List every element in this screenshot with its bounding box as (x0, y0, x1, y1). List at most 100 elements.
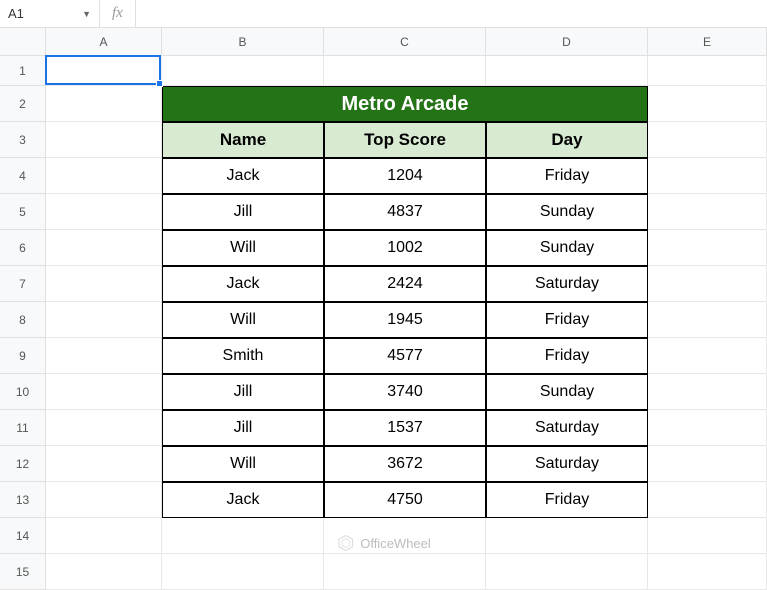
col-header-b[interactable]: B (162, 28, 324, 56)
cell-e13[interactable] (648, 482, 767, 518)
cell-e3[interactable] (648, 122, 767, 158)
cell-a12[interactable] (46, 446, 162, 482)
table-row[interactable]: Saturday (486, 446, 648, 482)
row-header-3[interactable]: 3 (0, 122, 46, 158)
table-row[interactable]: Will (162, 302, 324, 338)
fx-label: fx (100, 0, 136, 27)
cell-e1[interactable] (648, 56, 767, 86)
cell-a2[interactable] (46, 86, 162, 122)
table-row[interactable]: 4837 (324, 194, 486, 230)
cell-c15[interactable] (324, 554, 486, 590)
table-row[interactable]: 4750 (324, 482, 486, 518)
table-row[interactable]: Jill (162, 410, 324, 446)
cell-b14[interactable] (162, 518, 324, 554)
row-header-11[interactable]: 11 (0, 410, 46, 446)
cell-d1[interactable] (486, 56, 648, 86)
header-score[interactable]: Top Score (324, 122, 486, 158)
row-header-7[interactable]: 7 (0, 266, 46, 302)
table-row[interactable]: 1002 (324, 230, 486, 266)
cell-a5[interactable] (46, 194, 162, 230)
cell-a15[interactable] (46, 554, 162, 590)
select-all-corner[interactable] (0, 28, 46, 56)
cell-e11[interactable] (648, 410, 767, 446)
name-box[interactable]: A1 ▼ (0, 0, 100, 27)
row-header-1[interactable]: 1 (0, 56, 46, 86)
cell-b15[interactable] (162, 554, 324, 590)
row-header-2[interactable]: 2 (0, 86, 46, 122)
cell-b1[interactable] (162, 56, 324, 86)
table-row[interactable]: Will (162, 230, 324, 266)
cell-e5[interactable] (648, 194, 767, 230)
table-row[interactable]: 4577 (324, 338, 486, 374)
table-row[interactable]: 2424 (324, 266, 486, 302)
cell-a10[interactable] (46, 374, 162, 410)
cell-e2[interactable] (648, 86, 767, 122)
cell-e10[interactable] (648, 374, 767, 410)
header-name[interactable]: Name (162, 122, 324, 158)
row-header-15[interactable]: 15 (0, 554, 46, 590)
table-row[interactable]: Jack (162, 482, 324, 518)
col-header-d[interactable]: D (486, 28, 648, 56)
cell-a7[interactable] (46, 266, 162, 302)
table-row[interactable]: 1945 (324, 302, 486, 338)
cell-e7[interactable] (648, 266, 767, 302)
cell-a14[interactable] (46, 518, 162, 554)
cell-e12[interactable] (648, 446, 767, 482)
cell-a3[interactable] (46, 122, 162, 158)
row-header-6[interactable]: 6 (0, 230, 46, 266)
dropdown-icon: ▼ (82, 9, 91, 19)
cell-a13[interactable] (46, 482, 162, 518)
col-header-a[interactable]: A (46, 28, 162, 56)
cell-e14[interactable] (648, 518, 767, 554)
table-row[interactable]: Jack (162, 158, 324, 194)
cell-e8[interactable] (648, 302, 767, 338)
table-row[interactable]: 1537 (324, 410, 486, 446)
table-row[interactable]: Saturday (486, 410, 648, 446)
row-header-4[interactable]: 4 (0, 158, 46, 194)
table-row[interactable]: 3740 (324, 374, 486, 410)
row-header-12[interactable]: 12 (0, 446, 46, 482)
cell-c1[interactable] (324, 56, 486, 86)
row-header-9[interactable]: 9 (0, 338, 46, 374)
table-row[interactable]: Friday (486, 302, 648, 338)
col-header-e[interactable]: E (648, 28, 767, 56)
row-header-10[interactable]: 10 (0, 374, 46, 410)
cell-e4[interactable] (648, 158, 767, 194)
cell-d15[interactable] (486, 554, 648, 590)
formula-input[interactable] (136, 0, 767, 27)
table-row[interactable]: Jack (162, 266, 324, 302)
cell-e9[interactable] (648, 338, 767, 374)
cell-a1[interactable] (46, 56, 162, 86)
table-row[interactable]: Smith (162, 338, 324, 374)
cell-e6[interactable] (648, 230, 767, 266)
table-row[interactable]: Jill (162, 194, 324, 230)
col-header-c[interactable]: C (324, 28, 486, 56)
table-row[interactable]: Jill (162, 374, 324, 410)
table-row[interactable]: 3672 (324, 446, 486, 482)
table-row[interactable]: Friday (486, 338, 648, 374)
cell-a11[interactable] (46, 410, 162, 446)
cell-a9[interactable] (46, 338, 162, 374)
table-row[interactable]: Friday (486, 158, 648, 194)
table-title[interactable]: Metro Arcade (162, 86, 648, 122)
row-header-13[interactable]: 13 (0, 482, 46, 518)
table-row[interactable]: Saturday (486, 266, 648, 302)
row-header-8[interactable]: 8 (0, 302, 46, 338)
header-day[interactable]: Day (486, 122, 648, 158)
row-header-14[interactable]: 14 (0, 518, 46, 554)
table-row[interactable]: Sunday (486, 230, 648, 266)
table-row[interactable]: Will (162, 446, 324, 482)
cell-e15[interactable] (648, 554, 767, 590)
cell-a8[interactable] (46, 302, 162, 338)
cell-c14[interactable] (324, 518, 486, 554)
cell-a6[interactable] (46, 230, 162, 266)
cells-grid[interactable]: Metro Arcade Name Top Score Day Jack 120… (46, 56, 767, 590)
table-row[interactable]: Sunday (486, 194, 648, 230)
cell-d14[interactable] (486, 518, 648, 554)
table-row[interactable]: Friday (486, 482, 648, 518)
table-row[interactable]: 1204 (324, 158, 486, 194)
sheet-area: 1 2 3 4 5 6 7 8 9 10 11 12 13 14 15 A B … (0, 28, 767, 582)
row-header-5[interactable]: 5 (0, 194, 46, 230)
cell-a4[interactable] (46, 158, 162, 194)
table-row[interactable]: Sunday (486, 374, 648, 410)
